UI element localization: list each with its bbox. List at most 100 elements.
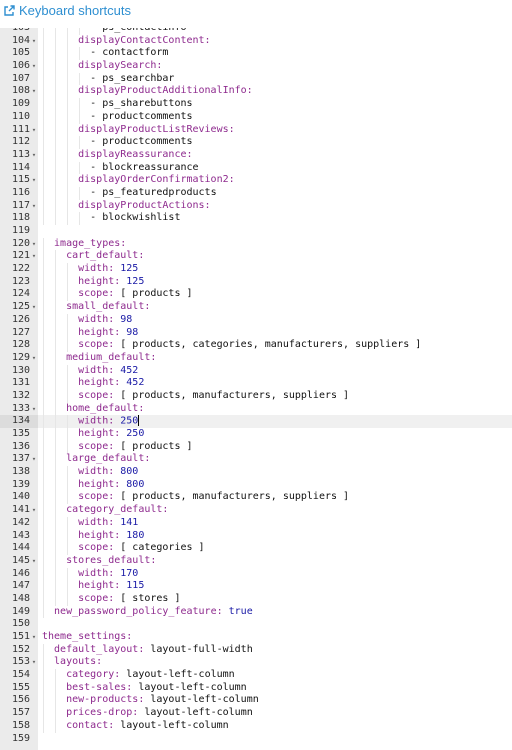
code-line[interactable]: 112 - productcomments — [0, 136, 512, 149]
code-line[interactable]: 149 new_password_policy_feature: true — [0, 605, 512, 619]
fold-toggle-icon[interactable]: ▾ — [30, 250, 38, 263]
code-line[interactable]: 154 category: layout-left-column — [0, 669, 512, 682]
code-line[interactable]: 136 scope: [ products ] — [0, 440, 512, 454]
code-line[interactable]: 155 best-sales: layout-left-column — [0, 681, 512, 695]
code-line[interactable]: 121 ▾ cart_default: — [0, 250, 512, 264]
code-line[interactable]: 106 ▾ displaySearch: — [0, 60, 512, 73]
code-line[interactable]: 142 width: 141 — [0, 516, 512, 530]
code-line[interactable]: 110 - productcomments — [0, 110, 512, 124]
indent-guide — [67, 123, 69, 137]
code-line[interactable]: 144 scope: [ categories ] — [0, 542, 512, 555]
code-line[interactable]: 157 prices-drop: layout-left-column — [0, 707, 512, 720]
fold-toggle-icon[interactable]: ▾ — [30, 301, 38, 314]
indent-guide — [67, 529, 69, 543]
code-line[interactable]: 107 - ps_searchbar — [0, 72, 512, 86]
code-line[interactable]: 152 default_layout: layout-full-width — [0, 643, 512, 657]
indent-guide — [67, 326, 69, 340]
indent-guide — [55, 466, 57, 479]
code-text: - blockwishlist — [90, 212, 180, 225]
code-line[interactable]: 139 height: 800 — [0, 478, 512, 492]
yaml-value: [ products, manufacturers, suppliers ] — [120, 389, 350, 401]
code-line[interactable]: 147 height: 115 — [0, 580, 512, 593]
code-line[interactable]: 126 width: 98 — [0, 313, 512, 327]
code-line[interactable]: 129 ▾ medium_default: — [0, 351, 512, 365]
fold-toggle-icon[interactable]: ▾ — [30, 656, 38, 669]
code-line[interactable]: 131 height: 452 — [0, 377, 512, 390]
code-line[interactable]: 137 ▾ large_default: — [0, 453, 512, 467]
fold-toggle-icon[interactable]: ▾ — [30, 631, 38, 644]
code-line[interactable]: 138 width: 800 — [0, 466, 512, 479]
code-line[interactable]: 130 width: 452 — [0, 364, 512, 378]
code-line[interactable]: 159 — [0, 733, 512, 746]
indent-guide — [43, 47, 44, 61]
code-line[interactable]: 104 ▾ displayContactContent: — [0, 34, 512, 48]
code-line[interactable]: 146 width: 170 — [0, 567, 512, 581]
code-line[interactable]: 105 - contactform — [0, 47, 512, 61]
fold-toggle-icon[interactable]: ▾ — [30, 403, 38, 416]
code-line[interactable]: 122 width: 125 — [0, 263, 512, 276]
fold-toggle-icon[interactable]: ▾ — [30, 149, 38, 162]
code-line[interactable]: 117 ▾ displayProductActions: — [0, 199, 512, 213]
code-line[interactable]: 111 ▾ displayProductListReviews: — [0, 123, 512, 137]
indent-guide — [55, 491, 57, 505]
code-line[interactable]: 114 - blockreassurance — [0, 161, 512, 175]
yaml-number: 250 — [126, 428, 145, 439]
code-line[interactable]: 143 height: 180 — [0, 529, 512, 543]
code-line[interactable]: 156 new-products: layout-left-column — [0, 694, 512, 708]
code-line[interactable]: 141 ▾ category_default: — [0, 504, 512, 517]
fold-toggle-icon[interactable]: ▾ — [30, 238, 38, 251]
fold-toggle-icon[interactable]: ▾ — [30, 555, 38, 568]
fold-toggle-icon[interactable]: ▾ — [30, 174, 38, 187]
yaml-key: contact: — [66, 719, 121, 731]
code-line[interactable]: 109 - ps_sharebuttons — [0, 98, 512, 111]
code-line[interactable]: 123 height: 125 — [0, 275, 512, 289]
yaml-key: theme_settings: — [42, 631, 133, 642]
fold-toggle-icon[interactable]: ▾ — [30, 504, 38, 517]
keyboard-shortcuts-link[interactable]: Keyboard shortcuts — [3, 3, 131, 18]
code-line[interactable]: 132 scope: [ products, manufacturers, sup… — [0, 389, 512, 403]
line-number: 109 — [11, 98, 30, 110]
code-line[interactable]: 135 height: 250 — [0, 428, 512, 441]
line-number: 135 — [11, 428, 30, 439]
code-line[interactable]: 124 scope: [ products ] — [0, 288, 512, 302]
code-line[interactable]: 118 - blockwishlist — [0, 212, 512, 225]
code-line[interactable]: 103 - ps_contactinfo — [0, 28, 512, 35]
fold-toggle-icon[interactable]: ▾ — [30, 60, 38, 73]
code-text: width: 98 — [78, 314, 132, 327]
code-text: scope: [ products ] — [78, 441, 192, 454]
yaml-value: - ps_contactinfo — [90, 28, 186, 33]
code-line[interactable]: 158 contact: layout-left-column — [0, 719, 512, 733]
fold-toggle-icon[interactable]: ▾ — [30, 35, 38, 48]
fold-toggle-icon[interactable]: ▾ — [30, 200, 38, 213]
yaml-key: width: — [78, 516, 121, 528]
code-line[interactable]: 115 ▾ displayOrderConfirmation2: — [0, 174, 512, 187]
code-line[interactable]: 116 - ps_featuredproducts — [0, 186, 512, 200]
code-line[interactable]: 145 ▾ stores_default: — [0, 554, 512, 568]
code-line[interactable]: 150 — [0, 618, 512, 631]
code-line[interactable]: 119 — [0, 225, 512, 238]
yaml-key: scope: — [78, 389, 121, 401]
fold-toggle-icon[interactable]: ▾ — [30, 124, 38, 137]
code-line[interactable]: 153 ▾ layouts: — [0, 656, 512, 670]
code-line[interactable]: 120 ▾ image_types: — [0, 237, 512, 251]
code-editor[interactable]: 103- ps_contactinfo104▾displayContactCon… — [0, 28, 512, 750]
code-line[interactable]: 108 ▾ displayProductAdditionalInfo: — [0, 85, 512, 99]
code-line[interactable]: 128 scope: [ products, categories, manufa… — [0, 339, 512, 352]
yaml-key: prices-drop: — [66, 707, 145, 719]
code-line[interactable]: 133 ▾ home_default: — [0, 402, 512, 416]
code-line[interactable]: 134 width: 250 — [0, 415, 512, 428]
code-line[interactable]: 140 scope: [ products, manufacturers, sup… — [0, 491, 512, 505]
code-line[interactable]: 113 ▾ displayReassurance: — [0, 148, 512, 162]
yaml-key: best-sales: — [66, 681, 139, 693]
code-line[interactable]: 148 scope: [ stores ] — [0, 592, 512, 606]
line-number: 107 — [11, 72, 30, 84]
yaml-key: scope: — [78, 339, 121, 351]
code-line[interactable]: 151 ▾ theme_settings: — [0, 631, 512, 644]
code-line[interactable]: 127 height: 98 — [0, 326, 512, 340]
fold-toggle-icon[interactable]: ▾ — [30, 453, 38, 466]
fold-toggle-icon[interactable]: ▾ — [30, 85, 38, 98]
line-number: 148 — [11, 592, 30, 604]
fold-toggle-icon[interactable]: ▾ — [30, 352, 38, 365]
yaml-number: 800 — [126, 478, 145, 490]
code-line[interactable]: 125 ▾ small_default: — [0, 301, 512, 314]
